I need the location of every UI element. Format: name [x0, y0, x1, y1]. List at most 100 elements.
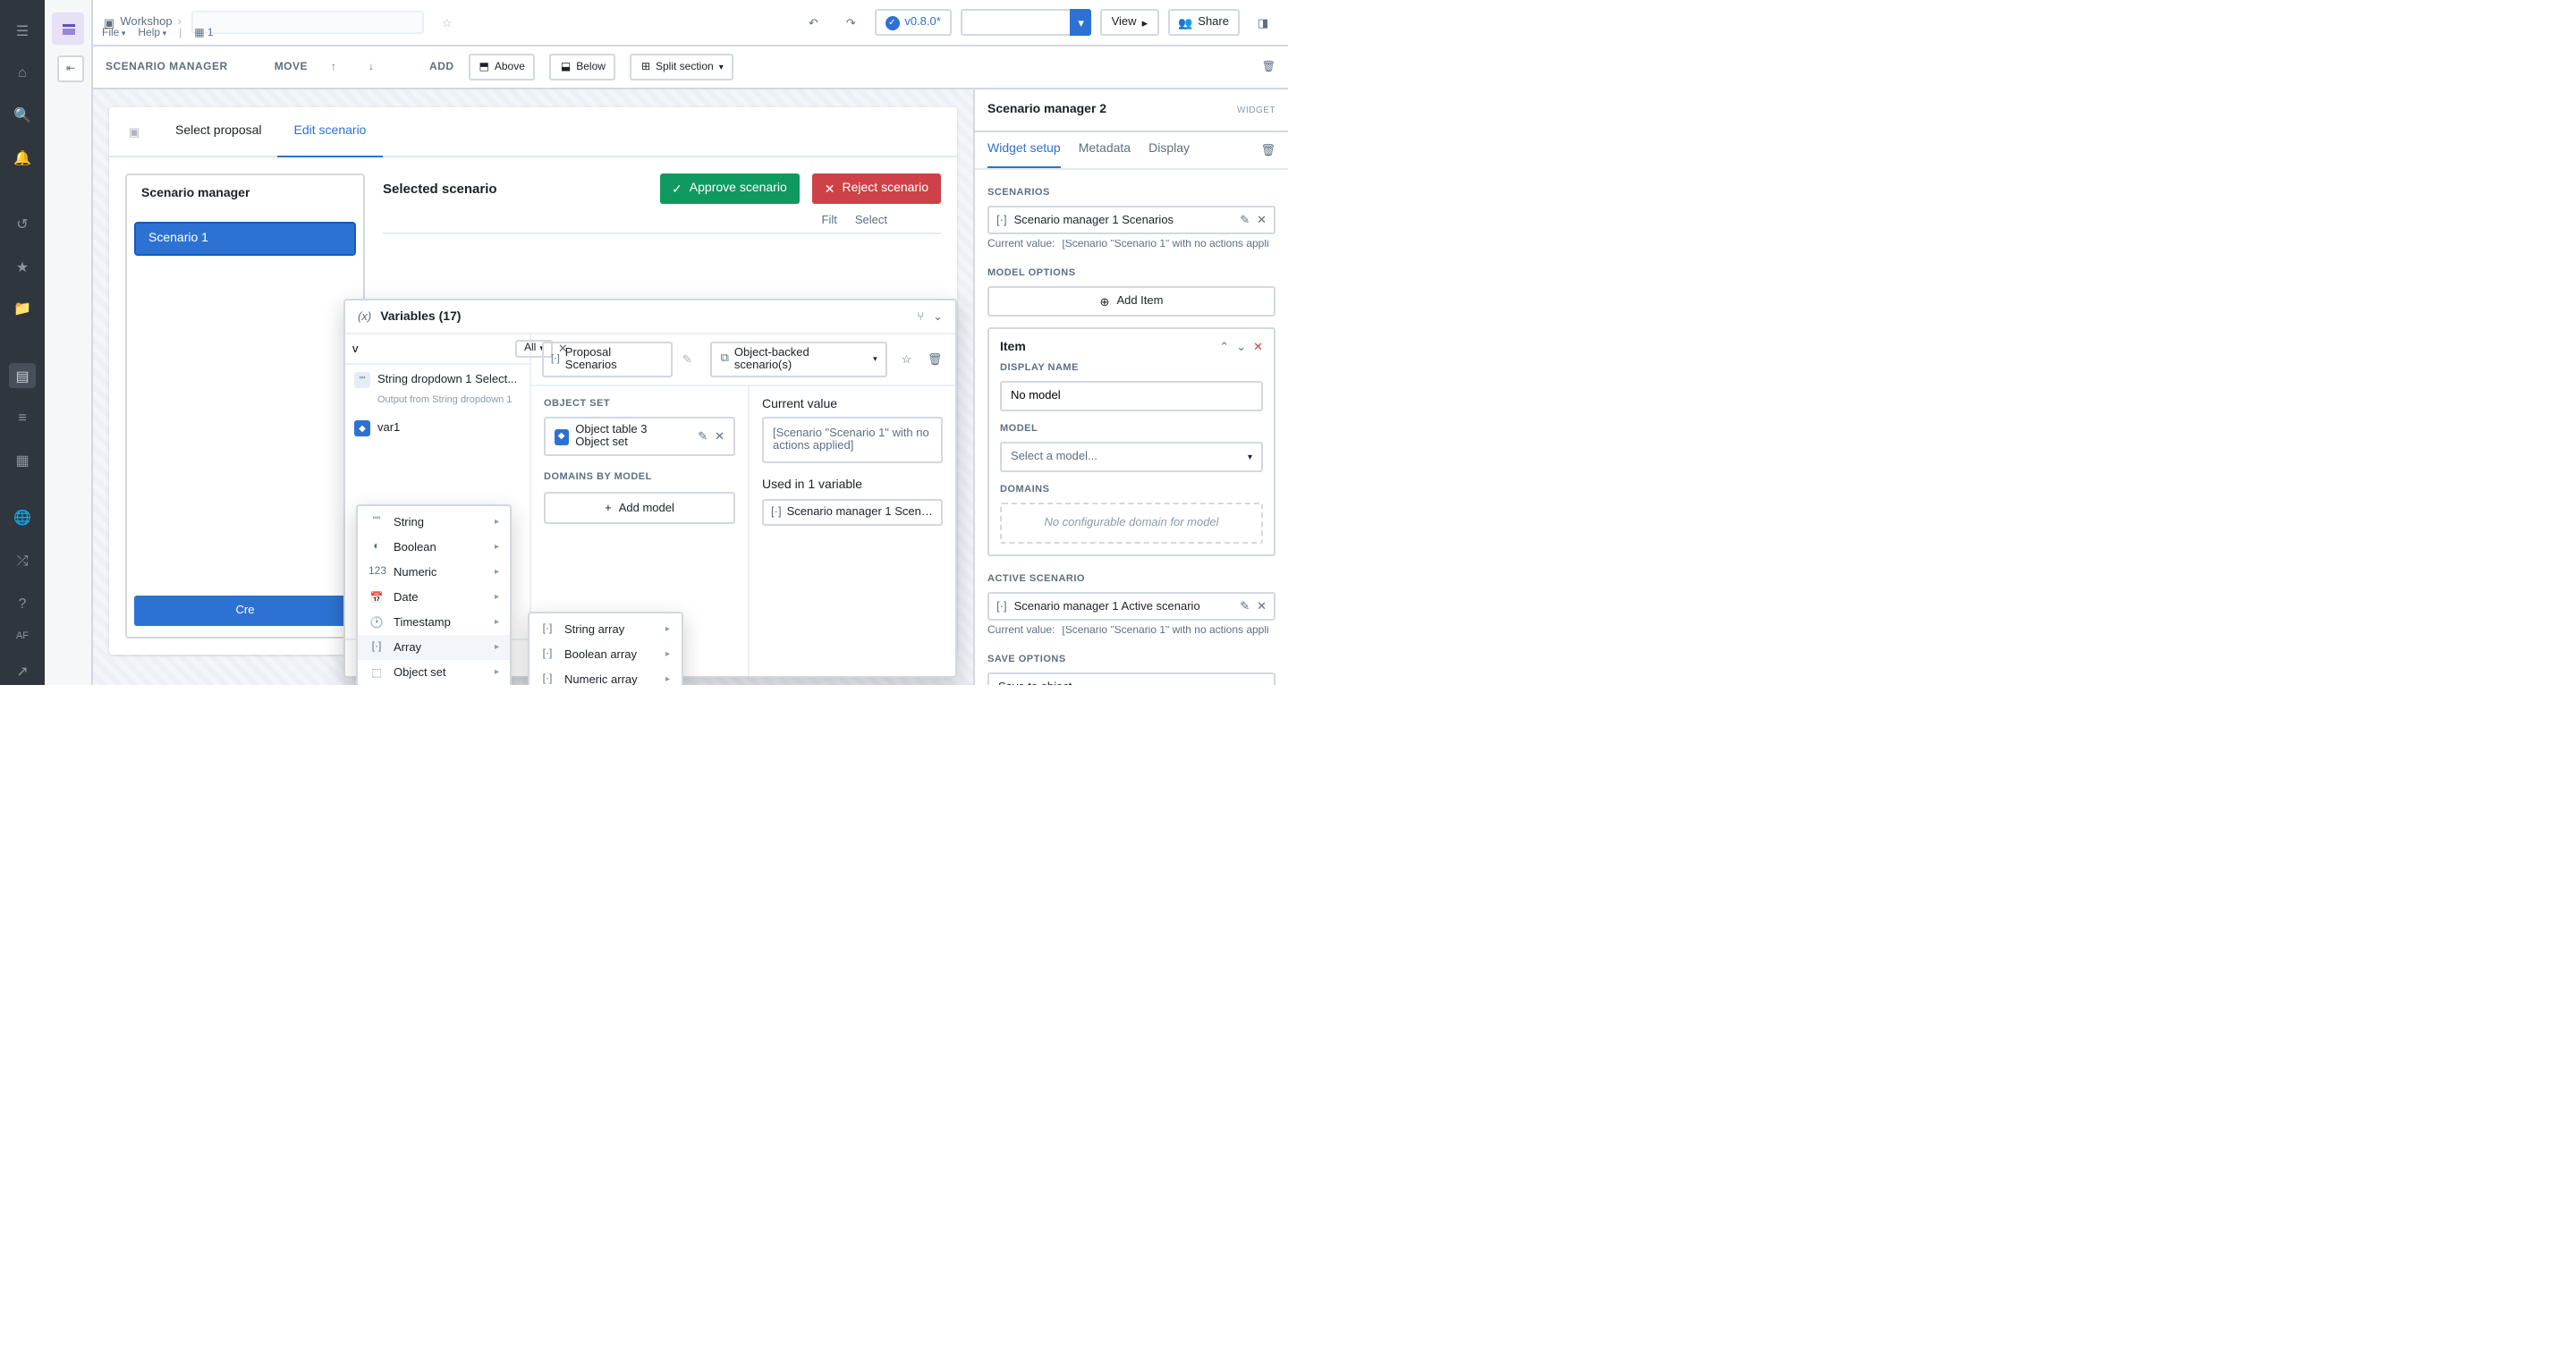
split-section-button[interactable]: ⊞Split section▾: [631, 54, 734, 80]
rail-folder-icon[interactable]: 📁: [9, 296, 36, 322]
obj-backed-caret-icon: ▾: [873, 354, 877, 365]
rail-app1-icon[interactable]: ▤: [9, 363, 36, 389]
version-label: v0.8.0*: [904, 16, 941, 29]
boolean-icon: ◐: [369, 542, 385, 553]
used-in-label: Used in 1 variable: [762, 479, 943, 492]
type-array[interactable]: [·]Array▸: [358, 635, 510, 660]
panel-toggle-icon[interactable]: ◨: [1249, 9, 1277, 36]
type-timestamp-label: Timestamp: [394, 616, 451, 629]
delete-variable-icon[interactable]: 🗑: [925, 352, 945, 367]
rail-menu-icon[interactable]: ☰: [9, 18, 36, 44]
layer-icon[interactable]: ▦ 1: [194, 27, 213, 39]
scenario-manager-widget[interactable]: Scenario manager Scenario 1 Cre: [125, 173, 365, 638]
add-model-button[interactable]: + Add model: [544, 492, 735, 524]
type-timestamp[interactable]: 🕐Timestamp▸: [358, 610, 510, 635]
save-publish-button[interactable]: Save and publish: [961, 9, 1072, 36]
share-button[interactable]: 👥 Share: [1167, 9, 1240, 36]
cube-icon: ⬚: [369, 666, 385, 679]
breadcrumb-path[interactable]: [192, 11, 424, 34]
array-boolean[interactable]: [·]Boolean array▸: [529, 642, 681, 667]
caret-icon: ▸: [665, 624, 670, 635]
edit-active-icon[interactable]: ✎: [1240, 599, 1250, 613]
current-value-box: [Scenario "Scenario 1" with no actions a…: [762, 417, 943, 463]
add-below-button[interactable]: ⬓Below: [550, 54, 616, 80]
remove-scenarios-icon[interactable]: ✕: [1257, 213, 1267, 227]
remove-active-icon[interactable]: ✕: [1257, 599, 1267, 613]
save-publish-caret[interactable]: ▾: [1071, 9, 1092, 36]
edit-object-set-icon[interactable]: ✎: [698, 429, 708, 444]
redo-icon[interactable]: ↷: [836, 9, 865, 36]
used-in-chip[interactable]: [·] Scenario manager 1 Scenar...: [762, 499, 943, 526]
type-string-label: String: [394, 516, 424, 529]
display-name-input[interactable]: [1000, 381, 1263, 411]
create-scenario-button[interactable]: Cre: [134, 596, 356, 626]
rail-history-icon[interactable]: ↺: [9, 211, 36, 237]
rail-bell-icon[interactable]: 🔔: [9, 145, 36, 171]
array-numeric[interactable]: [·]Numeric array▸: [529, 667, 681, 685]
quote-icon: "": [369, 517, 385, 528]
favorite-variable-icon[interactable]: ☆: [897, 352, 917, 367]
rail-star-icon[interactable]: ★: [9, 254, 36, 280]
add-item-label: Add Item: [1116, 295, 1163, 308]
variables-search-input[interactable]: [352, 342, 510, 355]
tab-widget-setup[interactable]: Widget setup: [987, 132, 1061, 168]
move-down-icon[interactable]: ↓: [360, 55, 383, 79]
rail-shuffle-icon[interactable]: ⤮: [9, 548, 36, 574]
tab-metadata[interactable]: Metadata: [1079, 132, 1131, 168]
add-above-button[interactable]: ⬒Above: [469, 54, 536, 80]
favorite-star-icon[interactable]: ☆: [442, 15, 453, 30]
delete-item-icon[interactable]: ✕: [1253, 340, 1263, 354]
rail2-workshop-icon[interactable]: [52, 13, 84, 45]
tab-edit-scenario[interactable]: Edit scenario: [278, 106, 383, 156]
rail-app2-icon[interactable]: ≡: [9, 405, 36, 431]
model-select[interactable]: Select a model... ▾: [1000, 442, 1263, 472]
array-string[interactable]: [·]String array▸: [529, 617, 681, 642]
rail-app3-icon[interactable]: ▦: [9, 447, 36, 473]
help-menu[interactable]: Help: [138, 28, 166, 38]
rail-help-icon[interactable]: ?: [9, 590, 36, 616]
add-item-button[interactable]: ⊕ Add Item: [987, 286, 1275, 317]
save-options-select[interactable]: Save to object ▾: [987, 672, 1275, 685]
collapse-panel-button[interactable]: ⇤: [57, 55, 84, 82]
rail-expand-icon[interactable]: ↗: [9, 659, 36, 685]
type-boolean[interactable]: ◐Boolean▸: [358, 535, 510, 560]
move-up-icon[interactable]: ↑: [322, 55, 345, 79]
array-type-menu: [·]String array▸ [·]Boolean array▸ [·]Nu…: [527, 612, 682, 685]
rail-globe-icon[interactable]: 🌐: [9, 505, 36, 531]
variable-item-dropdown[interactable]: "" String dropdown 1 Select...: [345, 365, 530, 395]
type-string[interactable]: ""String▸: [358, 510, 510, 535]
version-button[interactable]: ✓ v0.8.0*: [874, 9, 952, 36]
edit-name-icon[interactable]: ✎: [682, 352, 692, 367]
type-date[interactable]: 📅Date▸: [358, 585, 510, 610]
domains-empty: No configurable domain for model: [1000, 503, 1263, 544]
variables-filter-icon[interactable]: ⑂: [917, 310, 924, 323]
undo-icon[interactable]: ↶: [799, 9, 827, 36]
share-icon: 👥: [1178, 15, 1192, 30]
object-backed-dropdown[interactable]: ⧉ Object-backed scenario(s) ▾: [710, 342, 888, 377]
move-item-down-icon[interactable]: ⌄: [1236, 340, 1246, 354]
active-current-value-text: [Scenario "Scenario 1" with no actions a…: [1062, 626, 1275, 637]
caret-icon: ▸: [495, 567, 499, 578]
scenario-array-icon: [·]: [996, 214, 1007, 226]
tab-display[interactable]: Display: [1148, 132, 1190, 168]
type-object-set[interactable]: ⬚Object set▸: [358, 660, 510, 685]
view-button[interactable]: View ▸: [1101, 9, 1159, 36]
variables-collapse-icon[interactable]: ⌄: [933, 309, 943, 324]
variable-item-var1[interactable]: ◆ var1: [345, 413, 530, 444]
delete-widget-icon[interactable]: 🗑: [1260, 143, 1275, 157]
file-menu[interactable]: File: [102, 28, 125, 38]
tab-select-proposal[interactable]: Select proposal: [159, 106, 278, 156]
section-delete-icon[interactable]: 🗑: [1262, 61, 1275, 73]
move-item-up-icon[interactable]: ⌃: [1219, 340, 1229, 354]
scenario-1-chip[interactable]: Scenario 1: [134, 222, 356, 256]
reject-button[interactable]: ✕Reject scenario: [812, 173, 941, 204]
rail-search-icon[interactable]: 🔍: [9, 102, 36, 128]
rail-user-initials[interactable]: AF: [16, 632, 29, 643]
scenario-array-icon: [·]: [551, 354, 560, 365]
remove-object-set-icon[interactable]: ✕: [715, 429, 724, 444]
approve-button[interactable]: ✓Approve scenario: [659, 173, 800, 204]
type-numeric[interactable]: 123Numeric▸: [358, 560, 510, 585]
edit-scenarios-icon[interactable]: ✎: [1240, 213, 1250, 227]
proposal-scenarios-token[interactable]: [·] Proposal Scenarios: [542, 342, 674, 377]
rail-home-icon[interactable]: ⌂: [9, 60, 36, 86]
